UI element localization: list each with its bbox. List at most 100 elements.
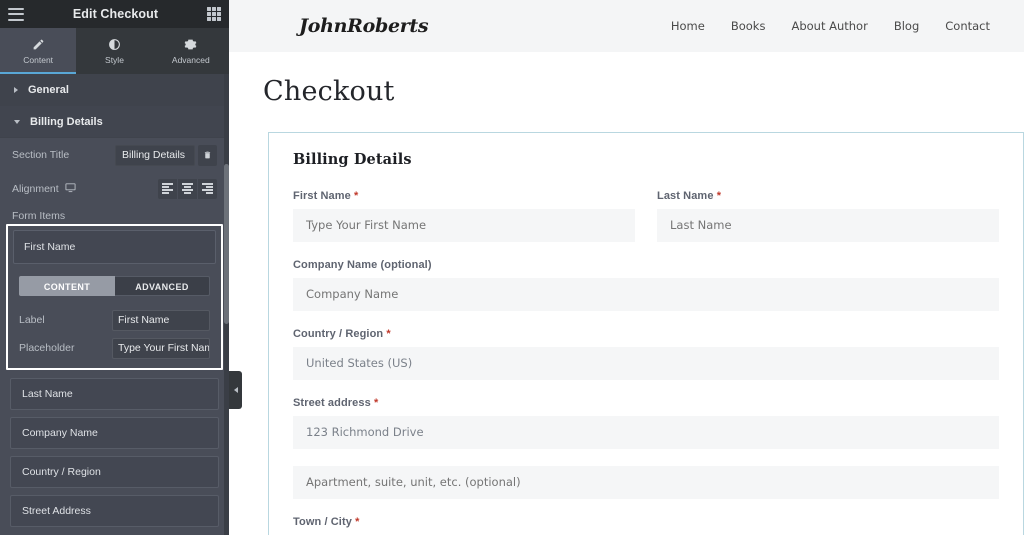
nav-item-books[interactable]: Books <box>731 19 766 33</box>
align-right-icon[interactable] <box>198 179 217 199</box>
gear-icon <box>184 37 197 52</box>
form-item-tabs: CONTENT ADVANCED <box>19 276 210 296</box>
list-item-label: Street Address <box>22 505 91 517</box>
tab-content-label: Content <box>23 55 54 65</box>
required-asterisk: * <box>355 516 360 528</box>
apartment-suite-input[interactable] <box>293 466 999 499</box>
nav-item-blog[interactable]: Blog <box>894 19 919 33</box>
last-name-input[interactable] <box>657 209 999 242</box>
form-item-street-address[interactable]: Street Address <box>10 495 219 527</box>
form-item-company-name[interactable]: Company Name <box>10 417 219 449</box>
site-header: JohnRoberts Home Books About Author Blog… <box>229 0 1024 52</box>
form-item-first-name-label: First Name <box>24 241 76 253</box>
required-asterisk: * <box>373 397 379 409</box>
site-nav: Home Books About Author Blog Contact <box>671 19 990 33</box>
form-items-list: Last Name Company Name Country / Region … <box>0 370 229 527</box>
hamburger-icon[interactable] <box>8 7 24 21</box>
nav-item-about-author[interactable]: About Author <box>791 19 867 33</box>
company-name-input[interactable] <box>293 278 999 311</box>
site-logo[interactable]: JohnRoberts <box>299 15 429 37</box>
required-asterisk: * <box>386 328 391 340</box>
preview-canvas: JohnRoberts Home Books About Author Blog… <box>229 0 1024 535</box>
field-first-name-label-text: First Name <box>293 190 351 202</box>
chevron-left-icon <box>233 387 238 393</box>
section-billing-details-label: Billing Details <box>30 115 103 128</box>
billing-details-heading: Billing Details <box>293 151 412 168</box>
field-town-city: Town / City * <box>293 516 999 528</box>
form-item-last-name[interactable]: Last Name <box>10 378 219 410</box>
first-name-input[interactable] <box>293 209 635 242</box>
list-item-label: Last Name <box>22 388 73 400</box>
alignment-options <box>158 179 217 199</box>
field-town-city-label: Town / City * <box>293 516 999 528</box>
name-fields-row: First Name * Last Name * <box>293 190 999 259</box>
alignment-label: Alignment <box>12 182 158 196</box>
form-item-first-name[interactable]: First Name <box>13 230 216 264</box>
panel-title: Edit Checkout <box>72 7 159 21</box>
field-street-address-label: Street address * <box>293 397 999 409</box>
field-street-address-label-text: Street address <box>293 397 371 409</box>
control-alignment: Alignment <box>0 172 229 206</box>
field-street-address: Street address * <box>293 397 999 449</box>
section-general[interactable]: General <box>0 74 229 106</box>
panel-tabs: Content Style Advanced <box>0 28 229 74</box>
item-label-input[interactable]: First Name <box>112 309 210 331</box>
field-town-city-label-text: Town / City <box>293 516 352 528</box>
chevron-right-icon <box>14 86 18 93</box>
field-country-region-label: Country / Region * <box>293 328 999 340</box>
align-center-icon[interactable] <box>178 179 197 199</box>
checkout-widget[interactable]: Billing Details First Name * Last Name * <box>268 132 1024 535</box>
required-asterisk: * <box>354 190 359 202</box>
page-title: Checkout <box>263 76 395 107</box>
alignment-label-text: Alignment <box>12 183 59 195</box>
form-item-editor-body: CONTENT ADVANCED Label First Name Placeh… <box>13 268 216 362</box>
chevron-down-icon <box>14 119 20 124</box>
field-first-name: First Name * <box>293 190 635 242</box>
tab-content[interactable]: Content <box>0 28 77 74</box>
field-company-name: Company Name (optional) <box>293 259 999 311</box>
trash-icon[interactable] <box>198 144 217 166</box>
align-left-icon[interactable] <box>158 179 177 199</box>
nav-item-home[interactable]: Home <box>671 19 705 33</box>
tab-style[interactable]: Style <box>76 28 152 74</box>
tab-item-advanced[interactable]: ADVANCED <box>115 276 210 296</box>
elementor-editor: Edit Checkout Content Style Advanced Gen… <box>0 0 1024 535</box>
form-items-label: Form Items <box>12 210 66 222</box>
section-billing-details[interactable]: Billing Details <box>0 106 229 138</box>
field-last-name-label-text: Last Name <box>657 190 714 202</box>
control-item-placeholder: Placeholder Type Your First Name <box>15 334 214 362</box>
field-last-name: Last Name * <box>657 190 999 242</box>
item-placeholder-label: Placeholder <box>19 342 75 354</box>
form-item-country-region[interactable]: Country / Region <box>10 456 219 488</box>
tab-advanced[interactable]: Advanced <box>153 28 229 74</box>
panel-collapse-handle[interactable] <box>229 371 242 409</box>
field-first-name-label: First Name * <box>293 190 635 202</box>
section-title-label: Section Title <box>12 149 70 161</box>
country-region-select[interactable] <box>293 347 999 380</box>
field-address-line-2 <box>293 466 999 499</box>
field-country-region-label-text: Country / Region <box>293 328 384 340</box>
page-content: Checkout Billing Details First Name * La… <box>229 52 1024 535</box>
field-company-name-label: Company Name (optional) <box>293 259 432 271</box>
desktop-icon[interactable] <box>65 182 76 196</box>
list-item-label: Country / Region <box>22 466 101 478</box>
tab-advanced-label: Advanced <box>171 55 210 65</box>
nav-item-contact[interactable]: Contact <box>945 19 990 33</box>
tab-item-content[interactable]: CONTENT <box>19 276 115 296</box>
tab-style-label: Style <box>105 55 124 65</box>
list-item-label: Company Name <box>22 427 98 439</box>
grid-icon[interactable] <box>207 7 221 21</box>
contrast-circle-icon <box>108 37 121 52</box>
elementor-panel: Edit Checkout Content Style Advanced Gen… <box>0 0 229 535</box>
control-item-label: Label First Name <box>15 306 214 334</box>
item-placeholder-input[interactable]: Type Your First Name <box>112 337 210 359</box>
item-label-label: Label <box>19 314 45 326</box>
pencil-icon <box>32 37 45 52</box>
form-item-editor-highlight: First Name CONTENT ADVANCED Label First … <box>6 224 223 370</box>
panel-header: Edit Checkout <box>0 0 229 28</box>
control-section-title: Section Title Billing Details <box>0 138 229 172</box>
section-title-input[interactable]: Billing Details <box>115 144 195 166</box>
street-address-input[interactable] <box>293 416 999 449</box>
required-asterisk: * <box>716 190 722 202</box>
field-last-name-label: Last Name * <box>657 190 999 202</box>
